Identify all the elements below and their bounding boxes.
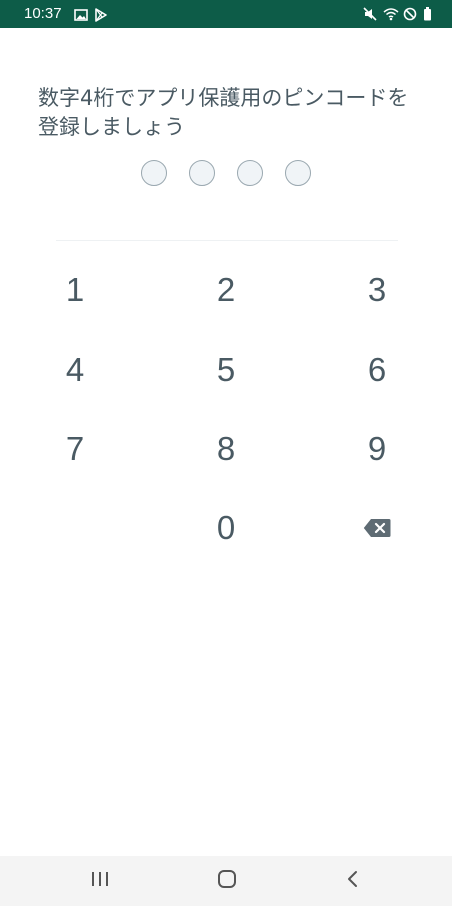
do-not-disturb-icon bbox=[403, 6, 417, 21]
pin-dot bbox=[141, 160, 167, 186]
pin-prompt: 数字4桁でアプリ保護用のピンコードを登録しましょう bbox=[38, 86, 409, 139]
key-4[interactable]: 4 bbox=[30, 334, 120, 406]
play-store-icon bbox=[94, 7, 108, 22]
status-left-icons bbox=[74, 7, 108, 22]
wifi-icon bbox=[383, 6, 399, 21]
pin-dot bbox=[189, 160, 215, 186]
backspace-button[interactable] bbox=[332, 492, 422, 564]
divider bbox=[56, 240, 398, 241]
home-button[interactable] bbox=[197, 856, 257, 906]
pin-dot bbox=[285, 160, 311, 186]
key-1[interactable]: 1 bbox=[30, 254, 120, 326]
recent-apps-button[interactable] bbox=[70, 856, 130, 906]
navigation-bar bbox=[0, 856, 452, 906]
key-7[interactable]: 7 bbox=[30, 413, 120, 485]
image-icon bbox=[74, 7, 88, 21]
key-6[interactable]: 6 bbox=[332, 334, 422, 406]
battery-icon bbox=[423, 6, 432, 21]
status-bar: 10:37 bbox=[0, 0, 452, 28]
key-5[interactable]: 5 bbox=[181, 334, 271, 406]
home-icon bbox=[217, 869, 237, 893]
key-9[interactable]: 9 bbox=[332, 413, 422, 485]
key-2[interactable]: 2 bbox=[181, 254, 271, 326]
status-right-icons bbox=[363, 6, 432, 21]
back-icon bbox=[346, 869, 360, 893]
backspace-icon bbox=[363, 518, 391, 538]
recent-apps-icon bbox=[90, 870, 110, 892]
back-button[interactable] bbox=[323, 856, 383, 906]
status-time: 10:37 bbox=[24, 5, 62, 22]
mute-icon bbox=[363, 6, 377, 21]
key-8[interactable]: 8 bbox=[181, 413, 271, 485]
pin-dot bbox=[237, 160, 263, 186]
key-3[interactable]: 3 bbox=[332, 254, 422, 326]
key-0[interactable]: 0 bbox=[181, 492, 271, 564]
pin-indicator bbox=[0, 160, 452, 186]
